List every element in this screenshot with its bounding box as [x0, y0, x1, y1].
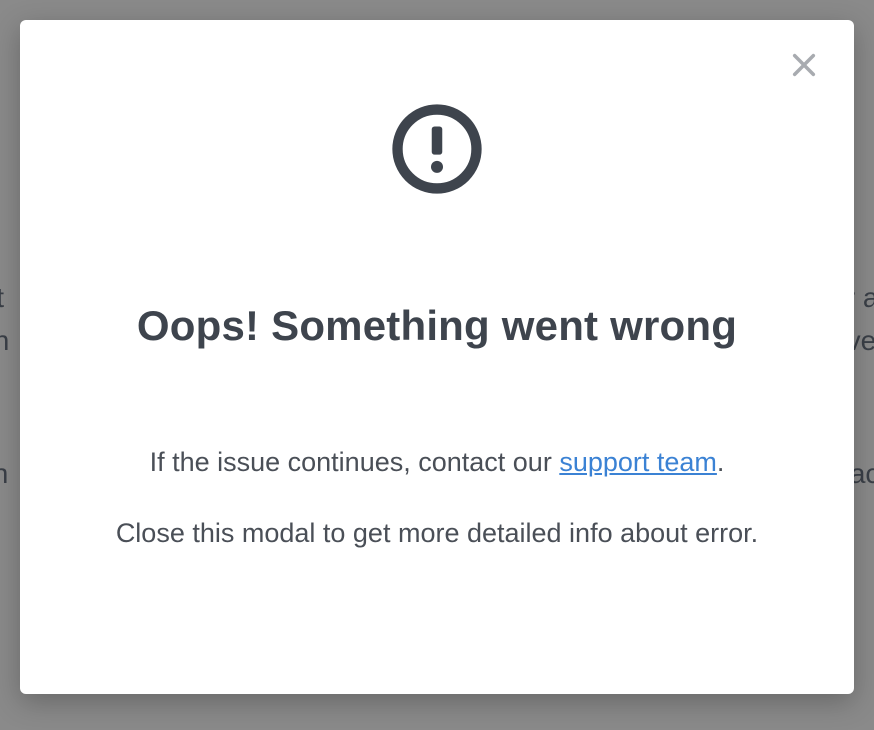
support-team-link[interactable]: support team [559, 447, 717, 477]
close-icon [790, 51, 818, 82]
modal-support-line: If the issue continues, contact our supp… [75, 442, 799, 483]
support-line-prefix: If the issue continues, contact our [150, 447, 560, 477]
error-modal: Oops! Something went wrong If the issue … [20, 20, 854, 694]
close-button[interactable] [784, 46, 824, 86]
bg-text-fragment: th [0, 452, 8, 497]
error-exclamation-icon [75, 102, 799, 196]
bg-text-fragment: it [0, 276, 4, 321]
modal-instruction-line: Close this modal to get more detailed in… [75, 513, 799, 554]
support-line-suffix: . [717, 447, 725, 477]
modal-heading: Oops! Something went wrong [75, 302, 799, 350]
bg-text-fragment: gin [0, 319, 9, 364]
modal-body: If the issue continues, contact our supp… [75, 442, 799, 553]
